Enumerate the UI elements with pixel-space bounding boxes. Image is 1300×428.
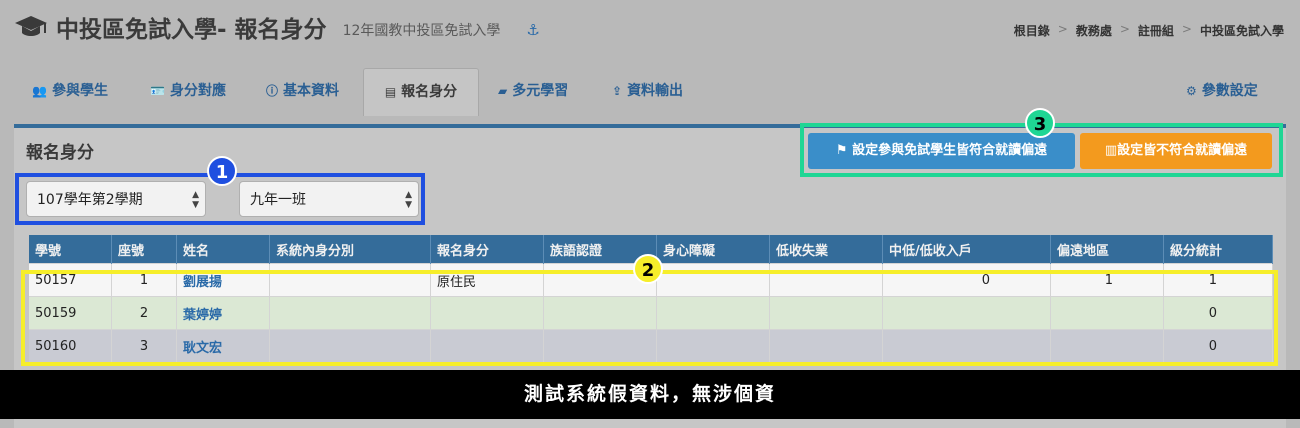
tab-identity-mapping[interactable]: 🪪 身分對應 xyxy=(150,68,226,114)
tab-label: 參與學生 xyxy=(51,83,108,99)
user-plus-icon: 👥 xyxy=(32,84,47,98)
column-header[interactable]: 學號 xyxy=(29,235,112,264)
column-header[interactable]: 低收失業 xyxy=(769,235,883,264)
column-header[interactable]: 系統內身分別 xyxy=(269,235,431,264)
gear-icon: ⚙ xyxy=(1186,84,1197,98)
tab-basic-info[interactable]: ⓘ 基本資料 xyxy=(266,68,339,114)
tab-label: 身分對應 xyxy=(169,83,226,99)
breadcrumb-item-root[interactable]: 根目錄 xyxy=(1014,22,1050,39)
step-badge-2: 2 xyxy=(633,254,663,284)
column-header[interactable]: 偏遠地區 xyxy=(1050,235,1164,264)
tab-label: 多元學習 xyxy=(512,83,569,99)
tab-participants[interactable]: 👥 參與學生 xyxy=(32,68,108,114)
id-card-icon: ▤ xyxy=(384,85,397,99)
tab-data-export[interactable]: ⇪ 資料輸出 xyxy=(612,68,683,114)
column-header[interactable]: 中低/低收入戶 xyxy=(882,235,1051,264)
column-header[interactable]: 身心障礙 xyxy=(656,235,770,264)
graduation-cap-icon xyxy=(15,16,47,36)
book-icon: ▰ xyxy=(498,84,508,98)
breadcrumb-separator: > xyxy=(1119,22,1130,36)
breadcrumb-separator: > xyxy=(1181,22,1192,36)
id-card-icon: 🪪 xyxy=(150,84,165,98)
page-header: 中投區免試入學- 報名身分 12年國教中投區免試入學 ⚓ xyxy=(14,10,540,44)
page-subtitle: 12年國教中投區免試入學 xyxy=(342,23,501,39)
tab-label: 參數設定 xyxy=(1201,83,1258,99)
tab-settings[interactable]: ⚙ 參數設定 xyxy=(1186,68,1258,114)
step-badge-3: 3 xyxy=(1025,108,1055,138)
disclaimer-caption: 測試系統假資料，無涉個資 xyxy=(0,370,1300,419)
tab-label: 基本資料 xyxy=(283,83,340,99)
column-header[interactable]: 級分統計 xyxy=(1163,235,1273,264)
column-header[interactable]: 姓名 xyxy=(176,235,270,264)
panel-title: 報名身分 xyxy=(26,143,94,163)
info-icon: ⓘ xyxy=(266,84,279,98)
breadcrumb-separator: > xyxy=(1057,22,1068,36)
tab-diverse-learning[interactable]: ▰ 多元學習 xyxy=(498,68,568,114)
breadcrumb-item-registry[interactable]: 註冊組 xyxy=(1138,22,1174,39)
page-title: 中投區免試入學- 報名身分 xyxy=(56,17,327,43)
column-header[interactable]: 座號 xyxy=(111,235,177,264)
upload-icon: ⇪ xyxy=(612,84,623,98)
breadcrumb: 根目錄 > 教務處 > 註冊組 > 中投區免試入學 xyxy=(1014,22,1284,39)
breadcrumb-item-current[interactable]: 中投區免試入學 xyxy=(1200,22,1284,39)
tab-bar: 👥 參與學生 🪪 身分對應 ⓘ 基本資料 ▤ 報名身分 ▰ 多元學習 ⇪ 資料輸出 ⚙ 參數設… xyxy=(14,68,1286,116)
breadcrumb-item-academic[interactable]: 教務處 xyxy=(1076,22,1112,39)
tab-registration-identity[interactable]: ▤ 報名身分 xyxy=(363,68,479,116)
anchor-icon[interactable]: ⚓ xyxy=(526,21,539,39)
tab-label: 報名身分 xyxy=(401,84,458,100)
step-badge-1: 1 xyxy=(207,156,237,186)
column-header[interactable]: 報名身分 xyxy=(430,235,544,264)
tab-label: 資料輸出 xyxy=(627,83,684,99)
